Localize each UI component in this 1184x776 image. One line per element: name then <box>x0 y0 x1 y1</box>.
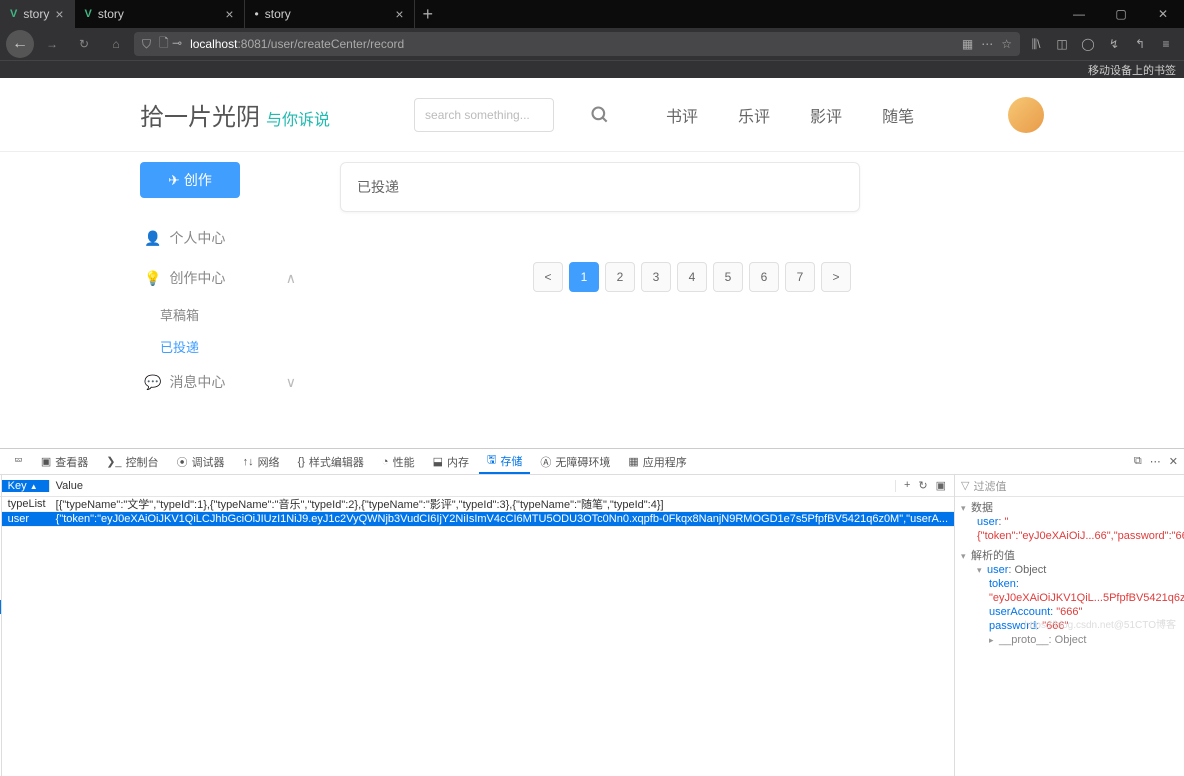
nav-essay[interactable]: 随笔 <box>882 103 914 127</box>
nav-book[interactable]: 书评 <box>666 103 698 127</box>
col-key[interactable]: Key ▲ <box>2 480 50 492</box>
maximize-button[interactable]: ▢ <box>1100 0 1142 28</box>
devtools-more-icon[interactable]: ⋯ <box>1150 455 1161 468</box>
menu-messages[interactable]: 💬 消息中心 ∨ <box>140 362 300 402</box>
menu-personal[interactable]: 👤 个人中心 <box>140 218 300 258</box>
page-5[interactable]: 5 <box>713 262 743 292</box>
dot-icon: • <box>255 7 259 21</box>
chevron-up-icon: ∧ <box>286 270 296 287</box>
url-host: localhost <box>190 37 237 51</box>
back-button[interactable]: ← <box>6 30 34 58</box>
sync-icon[interactable]: ↯ <box>1102 32 1126 56</box>
tab-title: story <box>265 7 291 21</box>
tab-application[interactable]: ▦应用程序 <box>620 452 694 472</box>
nav-music[interactable]: 乐评 <box>738 103 770 127</box>
page-4[interactable]: 4 <box>677 262 707 292</box>
chevron-down-icon: ∨ <box>286 374 296 391</box>
tab-network[interactable]: ↑↓网络 <box>235 452 288 472</box>
main-panel: 已投递 < 1 2 3 4 5 6 7 > <box>300 152 1044 448</box>
devtools: ⮹ ▣查看器 ❯_控制台 ⦿调试器 ↑↓网络 {}样式编辑器 ◔性能 ⬓内存 🖫… <box>0 448 1184 633</box>
table-row[interactable]: typeList [{"typeName":"文学","typeId":1},{… <box>2 497 954 512</box>
search-icon[interactable] <box>588 103 612 127</box>
browser-tab-3[interactable]: • story × <box>245 0 415 28</box>
menu-icon[interactable]: ≡ <box>1154 32 1178 56</box>
refresh-icon[interactable]: ↻ <box>918 479 927 492</box>
sidebar-icon[interactable]: ◫ <box>1050 32 1074 56</box>
page-prev[interactable]: < <box>533 262 563 292</box>
star-icon[interactable]: ☆ <box>1001 37 1012 51</box>
close-icon[interactable]: × <box>395 6 403 22</box>
inspector-picker-icon[interactable]: ⮹ <box>6 453 31 470</box>
close-icon[interactable]: × <box>55 6 63 22</box>
tag-icon[interactable]: ↰ <box>1128 32 1152 56</box>
reload-button[interactable]: ↻ <box>70 30 98 58</box>
avatar[interactable] <box>1008 97 1044 133</box>
devtools-tabstrip: ⮹ ▣查看器 ❯_控制台 ⦿调试器 ↑↓网络 {}样式编辑器 ◔性能 ⬓内存 🖫… <box>0 449 1184 475</box>
vue-icon: V <box>10 8 17 20</box>
page-7[interactable]: 7 <box>785 262 815 292</box>
shield-icon: ⛉ <box>142 37 151 52</box>
devtools-close-icon[interactable]: ✕ <box>1169 455 1178 468</box>
table-row[interactable]: user {"token":"eyJ0eXAiOiJKV1QiLCJhbGciO… <box>2 512 954 527</box>
watermark: https://blog.csdn.net@51CTO博客 <box>1024 616 1176 631</box>
forward-button[interactable]: → <box>38 30 66 58</box>
library-icon[interactable]: ⫼\ <box>1024 32 1048 56</box>
site-logo: 拾一片光阴与你诉说 <box>140 97 330 132</box>
tab-styles[interactable]: {}样式编辑器 <box>290 452 372 472</box>
search-input[interactable]: search something... <box>414 98 554 132</box>
address-bar: ← → ↻ ⌂ ⛉ 🗋 ⊸ localhost:8081/user/create… <box>0 28 1184 60</box>
page-3[interactable]: 3 <box>641 262 671 292</box>
top-nav: 拾一片光阴与你诉说 search something... 书评 乐评 影评 随… <box>0 78 1184 152</box>
close-icon[interactable]: × <box>225 6 233 22</box>
submenu-submitted[interactable]: 已投递 <box>160 330 300 362</box>
page-content: 拾一片光阴与你诉说 search something... 书评 乐评 影评 随… <box>0 78 1184 448</box>
tab-title: story <box>98 7 124 21</box>
pagination: < 1 2 3 4 5 6 7 > <box>340 262 1044 292</box>
tab-memory[interactable]: ⬓内存 <box>425 452 477 472</box>
tab-inspector[interactable]: ▣查看器 <box>33 452 96 472</box>
new-tab-button[interactable]: + <box>415 0 442 28</box>
account-icon[interactable]: ◯ <box>1076 32 1100 56</box>
tab-storage[interactable]: 🖫存储 <box>479 449 530 474</box>
browser-tab-1[interactable]: V story × <box>0 0 75 28</box>
side-menu: ✈ 创作 👤 个人中心 💡 创作中心 ∧ 草稿箱 已投递 💬 消息中心 ∨ <box>140 152 300 448</box>
bookmark-bar: 移动设备上的书签 <box>0 60 1184 78</box>
page-next[interactable]: > <box>821 262 851 292</box>
tab-debugger[interactable]: ⦿调试器 <box>169 452 233 472</box>
browser-tab-2[interactable]: V story × <box>75 0 245 28</box>
create-button[interactable]: ✈ 创作 <box>140 162 240 198</box>
page-1[interactable]: 1 <box>569 262 599 292</box>
vue-icon: V <box>85 8 92 20</box>
close-window-button[interactable]: ✕ <box>1142 0 1184 28</box>
url-input[interactable]: ⛉ 🗋 ⊸ localhost:8081/user/createCenter/r… <box>134 32 1020 56</box>
devtools-dock-icon[interactable]: ⧉ <box>1134 455 1142 468</box>
bulb-icon: 💡 <box>144 270 161 287</box>
tab-title: story <box>23 7 49 21</box>
chat-icon: 💬 <box>144 374 161 391</box>
tab-console[interactable]: ❯_控制台 <box>98 452 166 472</box>
col-value[interactable]: Value <box>50 480 896 492</box>
reader-icon[interactable]: ▦ <box>962 37 973 51</box>
menu-create-center[interactable]: 💡 创作中心 ∧ <box>140 258 300 298</box>
tab-accessibility[interactable]: Ⓐ无障碍环境 <box>532 452 618 472</box>
page-2[interactable]: 2 <box>605 262 635 292</box>
filter-icon: ▽ <box>961 479 969 492</box>
plane-icon: ✈ <box>168 172 180 189</box>
storage-table: Key ▲ Value + ↻ ▣ typeList [{"typeName":… <box>2 475 954 776</box>
tab-strip: V story × V story × • story × + — ▢ ✕ <box>0 0 1184 28</box>
page-6[interactable]: 6 <box>749 262 779 292</box>
nav-movie[interactable]: 影评 <box>810 103 842 127</box>
home-button[interactable]: ⌂ <box>102 30 130 58</box>
more-icon[interactable]: ⋯ <box>981 37 993 51</box>
record-card[interactable]: 已投递 <box>340 162 860 212</box>
minimize-button[interactable]: — <box>1058 0 1100 28</box>
lock-icon: 🗋 ⊸ <box>159 34 182 55</box>
value-filter[interactable]: ▽过滤值 <box>955 475 1184 497</box>
add-icon[interactable]: + <box>904 479 910 492</box>
submenu-draft[interactable]: 草稿箱 <box>160 298 300 330</box>
bookmark-link[interactable]: 移动设备上的书签 <box>1088 62 1176 78</box>
delete-all-icon[interactable]: ▣ <box>936 479 946 492</box>
user-icon: 👤 <box>144 230 161 247</box>
tab-performance[interactable]: ◔性能 <box>374 452 423 472</box>
